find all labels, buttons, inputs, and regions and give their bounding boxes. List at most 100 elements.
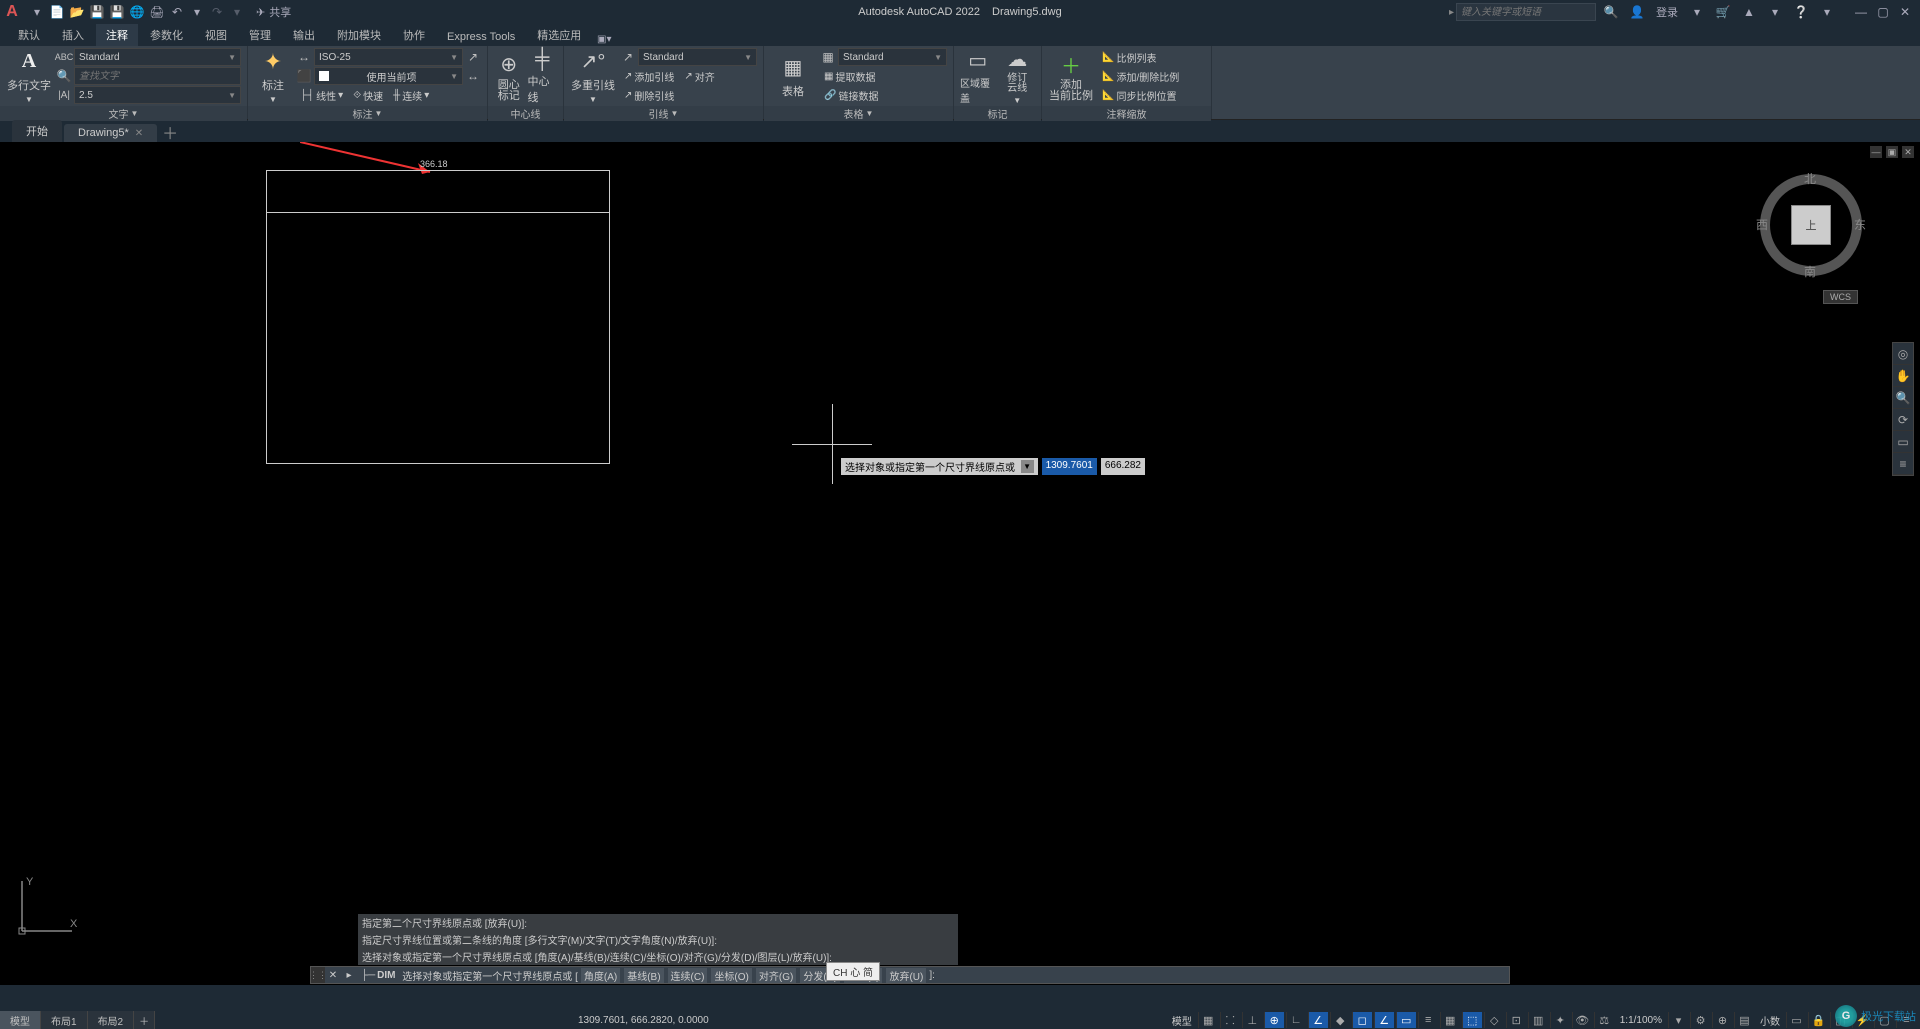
leaderstyle-combo[interactable]: Standard▼ (638, 48, 757, 66)
app-switch-menu-icon[interactable]: ▾ (1764, 1, 1786, 23)
cmd-opt[interactable]: 角度(A) (581, 968, 620, 983)
layout-add-button[interactable]: ＋ (134, 1011, 155, 1029)
open-icon[interactable]: 📂 (68, 3, 86, 21)
drawing-area[interactable]: — ▣ ✕ 366.18 选择对象或指定第一个尺寸界线原点或 ▼ 1309.76… (0, 142, 1920, 985)
viewcube-top[interactable]: 上 (1791, 205, 1831, 245)
redo-icon[interactable]: ↷ (208, 3, 226, 21)
viewcube-w[interactable]: 西 (1756, 216, 1768, 233)
cmd-opt[interactable]: 放弃(U) (886, 968, 926, 983)
status-coords[interactable]: 1309.7601, 666.2820, 0.0000 (570, 1015, 717, 1026)
app-switch-icon[interactable]: ▲ (1738, 1, 1760, 23)
search-icon[interactable]: 🔍 (1600, 1, 1622, 23)
annotation-monitor-icon[interactable]: ⊕ (1712, 1012, 1732, 1028)
revcloud-button[interactable]: ☁修订 云线▼ (1000, 48, 1036, 104)
tab-close-icon[interactable]: ✕ (135, 128, 143, 139)
dyninput-icon[interactable]: ⊕ (1264, 1012, 1284, 1028)
wipeout-button[interactable]: ▭区域覆盖 (960, 48, 996, 104)
addscale-button[interactable]: ＋添加 当前比例 (1048, 48, 1094, 104)
centerline-button[interactable]: ╪中心线 (528, 48, 558, 104)
panel-dim-title[interactable]: 标注 ▼ (248, 106, 487, 121)
tab-output[interactable]: 输出 (283, 24, 325, 46)
dyn-dropdown-icon[interactable]: ▼ (1021, 460, 1034, 473)
linkdata-button[interactable]: 🔗 链接数据 (820, 86, 882, 104)
textheight-combo[interactable]: 2.5▼ (74, 86, 241, 104)
dimension-button[interactable]: ✦ 标注 ▼ (254, 48, 292, 104)
new-tab-button[interactable]: ＋ (159, 122, 181, 142)
tab-annotate[interactable]: 注释 (96, 24, 138, 46)
customize-icon[interactable]: ≡ (1896, 1012, 1916, 1028)
cmd-opt[interactable]: 对齐(G) (756, 968, 796, 983)
table-button[interactable]: ▦表格 (770, 48, 816, 104)
adddelscale-button[interactable]: 📐 添加/删除比例 (1098, 67, 1183, 85)
find-input[interactable] (74, 67, 241, 85)
layout-2[interactable]: 布局2 (88, 1011, 135, 1029)
command-line[interactable]: ⋮⋮ ✕ ▸ ├─ DIM 选择对象或指定第一个尺寸界线原点或 [ 角度(A) … (310, 966, 1510, 984)
osnap-icon[interactable]: ◻ (1352, 1012, 1372, 1028)
maximize-icon[interactable]: ▢ (1872, 1, 1894, 23)
polar-icon[interactable]: ∠ (1308, 1012, 1328, 1028)
nav-menu-icon[interactable]: ≡ (1893, 453, 1913, 475)
help-icon[interactable]: ❔ (1790, 1, 1812, 23)
dimstyle-launch-icon[interactable]: ↗ (465, 49, 481, 65)
share-button[interactable]: ✈ 共享 (248, 4, 299, 20)
new-icon[interactable]: 📄 (48, 3, 66, 21)
showmotion-icon[interactable]: ▭ (1893, 431, 1913, 453)
tablestyle-combo[interactable]: Standard▼ (838, 48, 947, 66)
cart-icon[interactable]: 🛒 (1712, 1, 1734, 23)
search-input[interactable] (1456, 3, 1596, 21)
undo-menu-icon[interactable]: ▾ (188, 3, 206, 21)
save-icon[interactable]: 💾 (88, 3, 106, 21)
cmd-close-icon[interactable]: ✕ (325, 970, 341, 981)
grid-icon[interactable]: ▦ (1198, 1012, 1218, 1028)
tab-parametric[interactable]: 参数化 (140, 24, 193, 46)
user-icon[interactable]: 👤 (1626, 1, 1648, 23)
cleanscreen-icon[interactable]: ▢ (1874, 1012, 1894, 1028)
help-menu-icon[interactable]: ▾ (1816, 1, 1838, 23)
panel-text-title[interactable]: 文字 ▼ (0, 106, 247, 121)
status-decimal[interactable]: 小数 (1756, 1013, 1784, 1028)
tab-collab[interactable]: 协作 (393, 24, 435, 46)
2dosnap-icon[interactable]: ▭ (1396, 1012, 1416, 1028)
tab-manage[interactable]: 管理 (239, 24, 281, 46)
panel-table-title[interactable]: 表格 ▼ (764, 106, 953, 121)
tab-drawing5[interactable]: Drawing5* ✕ (64, 124, 157, 142)
qat-menu-icon[interactable]: ▾ (28, 3, 46, 21)
tab-insert[interactable]: 插入 (52, 24, 94, 46)
login-label[interactable]: 登录 (1652, 1, 1682, 23)
cmd-opt[interactable]: 坐标(O) (711, 968, 751, 983)
panel-leader-title[interactable]: 引线 ▼ (564, 106, 763, 121)
viewcube-n[interactable]: 北 (1804, 170, 1816, 187)
continue-button[interactable]: ╫ 连续 ▾ (389, 86, 433, 104)
cmd-opt[interactable]: 连续(C) (668, 968, 708, 983)
dyn-coord-x[interactable]: 1309.7601 (1042, 458, 1097, 475)
viewcube-e[interactable]: 东 (1854, 216, 1866, 233)
lineweight-icon[interactable]: ≡ (1418, 1012, 1438, 1028)
iso-icon[interactable]: ◆ (1330, 1012, 1350, 1028)
annotation-visibility-icon[interactable]: 👁 (1572, 1012, 1592, 1028)
3dosnap-icon[interactable]: ◇ (1484, 1012, 1504, 1028)
mleader-button[interactable]: ↗°多重引线▼ (570, 48, 616, 104)
otrack-icon[interactable]: ∠ (1374, 1012, 1394, 1028)
tab-default[interactable]: 默认 (8, 24, 50, 46)
viewcube[interactable]: 上 北 南 东 西 (1756, 170, 1866, 280)
cmd-menu-icon[interactable]: ▸ (341, 970, 357, 981)
close-icon[interactable]: ✕ (1894, 1, 1916, 23)
infer-icon[interactable]: ⊥ (1242, 1012, 1262, 1028)
vp-close-icon[interactable]: ✕ (1902, 146, 1914, 158)
removeleader-button[interactable]: ↗ 删除引线 (620, 86, 678, 104)
login-menu-icon[interactable]: ▾ (1686, 1, 1708, 23)
status-scale[interactable]: 1:1/100% (1616, 1015, 1666, 1026)
status-model[interactable]: 模型 (1168, 1013, 1196, 1028)
mtext-button[interactable]: A 多行文字 ▼ (6, 48, 52, 104)
scale-menu-icon[interactable]: ▾ (1668, 1012, 1688, 1028)
ortho-icon[interactable]: ∟ (1286, 1012, 1306, 1028)
openweb-icon[interactable]: 🌐 (128, 3, 146, 21)
pan-icon[interactable]: ✋ (1893, 365, 1913, 387)
isolate-icon[interactable]: ◫ (1830, 1012, 1850, 1028)
tab-featured[interactable]: 精选应用 (527, 24, 591, 46)
addleader-button[interactable]: ↗ 添加引线 (620, 67, 678, 85)
tab-addin[interactable]: 附加模块 (327, 24, 391, 46)
linear-button[interactable]: ├┤ 线性 ▾ (296, 86, 347, 104)
units-icon[interactable]: ▤ (1734, 1012, 1754, 1028)
alignleader-button[interactable]: ↗ 对齐 (680, 67, 718, 85)
